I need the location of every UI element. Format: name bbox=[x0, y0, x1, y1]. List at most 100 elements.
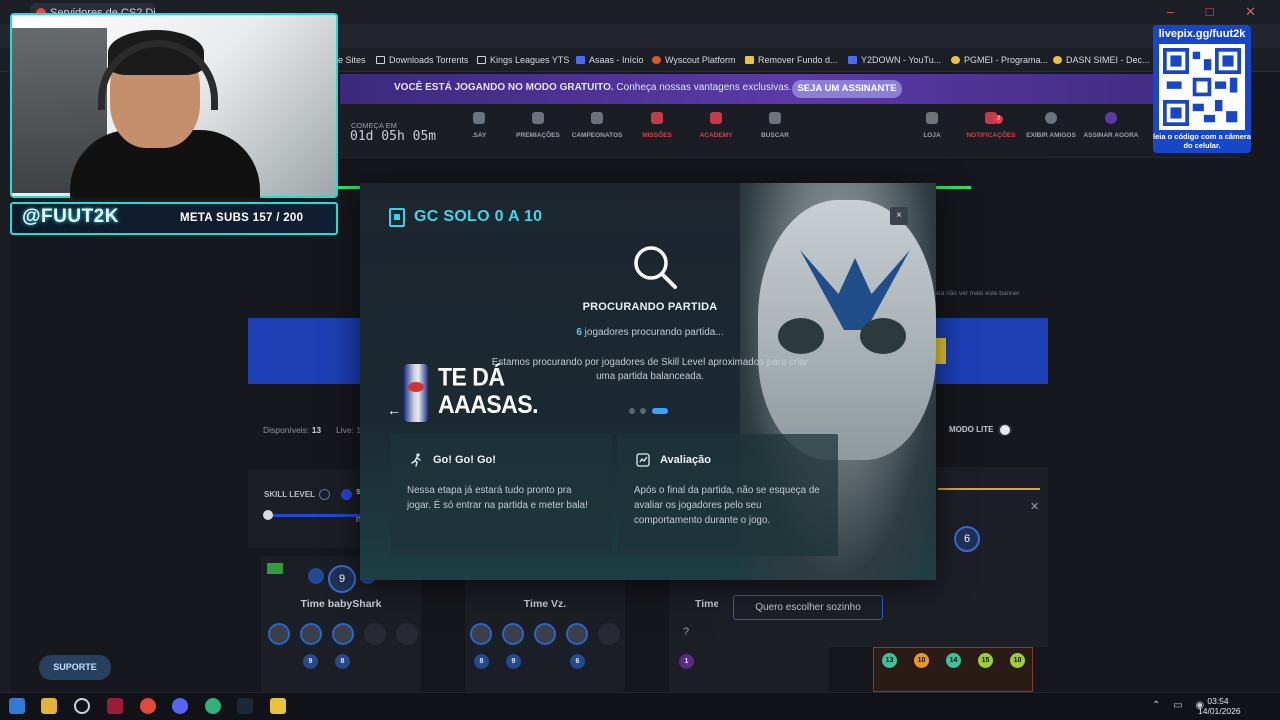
bookmark-item[interactable]: Kings Leagues YTS bbox=[477, 55, 569, 65]
bookmark-item[interactable]: PGMEI - Programa... bbox=[951, 55, 1048, 65]
skill-slider-handle[interactable] bbox=[263, 510, 273, 520]
bookmark-item[interactable]: DASN SIMEI - Dec... bbox=[1053, 55, 1150, 65]
nav-say[interactable]: .SAY bbox=[449, 112, 509, 139]
nav-exibir-amigos[interactable]: EXIBIR AMIGOS bbox=[1021, 112, 1081, 139]
team-name: Time Vz. bbox=[523, 598, 567, 610]
obs-icon[interactable] bbox=[74, 698, 90, 714]
modo-lite-label: MODO LITE bbox=[949, 425, 994, 434]
nav-academy[interactable]: ACADEMY bbox=[686, 112, 746, 139]
asaas-icon bbox=[576, 56, 585, 64]
carousel-prev-arrow-icon[interactable]: ← bbox=[387, 402, 401, 418]
step-card-text: Nessa etapa já estará tudo pronto pra jo… bbox=[407, 485, 588, 511]
carousel-dot-active[interactable] bbox=[652, 408, 668, 414]
searching-status: PROCURANDO PARTIDA bbox=[582, 301, 718, 313]
bookmark-item[interactable]: Wyscout Platform bbox=[652, 55, 735, 65]
team-level-badge: 9 bbox=[328, 565, 356, 593]
steam-icon[interactable] bbox=[237, 698, 253, 714]
skill-slider-track[interactable] bbox=[266, 514, 360, 517]
windows-taskbar bbox=[0, 692, 1280, 720]
opera-gx-icon[interactable] bbox=[107, 698, 123, 714]
folder-icon bbox=[477, 56, 486, 64]
remover-icon bbox=[745, 56, 754, 64]
available-count: Disponíveis: 13 bbox=[263, 425, 322, 435]
y2down-icon bbox=[848, 56, 857, 64]
step-card-title: Avaliação bbox=[660, 454, 711, 466]
qr-pattern bbox=[1163, 48, 1241, 126]
pgmei-icon bbox=[951, 56, 960, 64]
player-avatar[interactable] bbox=[300, 623, 322, 645]
player-avatar[interactable] bbox=[534, 623, 556, 645]
nav-buscar[interactable]: BUSCAR bbox=[745, 112, 805, 139]
player-level: 6 bbox=[570, 654, 585, 669]
bookmark-item[interactable]: e Sites bbox=[338, 55, 366, 65]
ad-headline: TE DÁ AAASAS. bbox=[438, 362, 539, 419]
clock-time: 03:54 bbox=[1207, 696, 1229, 706]
player-avatar[interactable] bbox=[470, 623, 492, 645]
trophy-icon bbox=[591, 112, 603, 124]
bookmark-item[interactable]: Downloads Torrents bbox=[376, 55, 468, 65]
skill-badge-icon bbox=[341, 489, 352, 500]
nav-premiacoes[interactable]: PREMIAÇÕES bbox=[508, 112, 568, 139]
nav-campeonatos[interactable]: CAMPEONATOS bbox=[567, 112, 627, 139]
notification-badge: 3 bbox=[994, 115, 1003, 124]
accent-line bbox=[938, 488, 1040, 490]
chat-icon bbox=[473, 112, 485, 124]
carousel-dot[interactable] bbox=[640, 408, 646, 414]
skill-level-label: SKILL LEVEL bbox=[264, 490, 315, 499]
step-card-title: Go! Go! Go! bbox=[433, 454, 496, 466]
qr-title: livepix.gg/fuut2k bbox=[1158, 28, 1246, 40]
windows-start-icon[interactable] bbox=[9, 698, 25, 714]
choose-alone-button[interactable]: Quero escolher sozinho bbox=[733, 595, 883, 620]
rank-level: 10 bbox=[1010, 653, 1025, 668]
qr-caption: leia o código com a câmera do celular. bbox=[1153, 132, 1251, 150]
bookmark-item[interactable]: Asaas - Início bbox=[576, 55, 644, 65]
nav-notificacoes[interactable]: NOTIFICAÇÕES bbox=[961, 112, 1021, 139]
mask-eye bbox=[860, 318, 906, 354]
gun-icon bbox=[532, 112, 544, 124]
player-avatar[interactable] bbox=[502, 623, 524, 645]
qr-code-image bbox=[1159, 44, 1245, 130]
window-controls[interactable]: – □ ✕ bbox=[1167, 4, 1270, 20]
subscribe-button[interactable]: SEJA UM ASSINANTE bbox=[792, 80, 902, 98]
nav-missoes[interactable]: MISSÕES bbox=[627, 112, 687, 139]
help-icon[interactable] bbox=[319, 489, 330, 500]
player-avatar[interactable] bbox=[332, 623, 354, 645]
promo-text: VOCÊ ESTÁ JOGANDO NO MODO GRATUITO. Conh… bbox=[394, 82, 792, 93]
browser-side-panel bbox=[0, 72, 10, 692]
rank-level: 14 bbox=[946, 653, 961, 668]
gc-server-icon bbox=[389, 208, 405, 227]
player-level: 1 bbox=[679, 654, 694, 669]
banner-dismiss-note[interactable]: ara não ver mais este banner bbox=[935, 290, 1020, 297]
empty-slot bbox=[598, 623, 620, 645]
modal-close-button[interactable]: × bbox=[890, 207, 908, 225]
app-icon[interactable] bbox=[270, 698, 286, 714]
taskbar-clock[interactable]: 03:54 14/01/2026 bbox=[1198, 696, 1241, 716]
carousel-dot[interactable] bbox=[629, 408, 635, 414]
brazil-flag-icon bbox=[267, 563, 283, 574]
bookmark-item[interactable]: Remover Fundo d... bbox=[745, 55, 838, 65]
rank-icon bbox=[308, 568, 324, 584]
nav-loja[interactable]: LOJA bbox=[902, 112, 962, 139]
support-button[interactable]: SUPORTE bbox=[39, 655, 111, 680]
chrome-icon[interactable] bbox=[140, 698, 156, 714]
discord-icon[interactable] bbox=[172, 698, 188, 714]
file-explorer-icon[interactable] bbox=[41, 698, 57, 714]
academy-icon bbox=[710, 112, 722, 124]
sub-goal: META SUBS 157 / 200 bbox=[180, 212, 304, 224]
rank-level: 10 bbox=[914, 653, 929, 668]
gc-app-icon[interactable] bbox=[205, 698, 221, 714]
nav-assinar-agora[interactable]: ASSINAR AGORA bbox=[1081, 112, 1141, 139]
modo-lite-toggle[interactable] bbox=[998, 424, 1012, 436]
clock-date: 14/01/2026 bbox=[1198, 706, 1241, 716]
close-icon[interactable]: ✕ bbox=[1030, 500, 1039, 513]
player-avatar[interactable] bbox=[566, 623, 588, 645]
players-searching: 6 jogadores procurando partida... bbox=[576, 327, 724, 338]
empty-slot bbox=[364, 623, 386, 645]
team-name: Time babyShark bbox=[300, 598, 382, 610]
search-icon bbox=[634, 246, 677, 289]
player-avatar[interactable] bbox=[268, 623, 290, 645]
bookmark-item[interactable]: Y2DOWN - YouTu... bbox=[848, 55, 941, 65]
support-label: SUPORTE bbox=[53, 662, 97, 672]
player-level: 8 bbox=[335, 654, 350, 669]
rank-level: 15 bbox=[978, 653, 993, 668]
